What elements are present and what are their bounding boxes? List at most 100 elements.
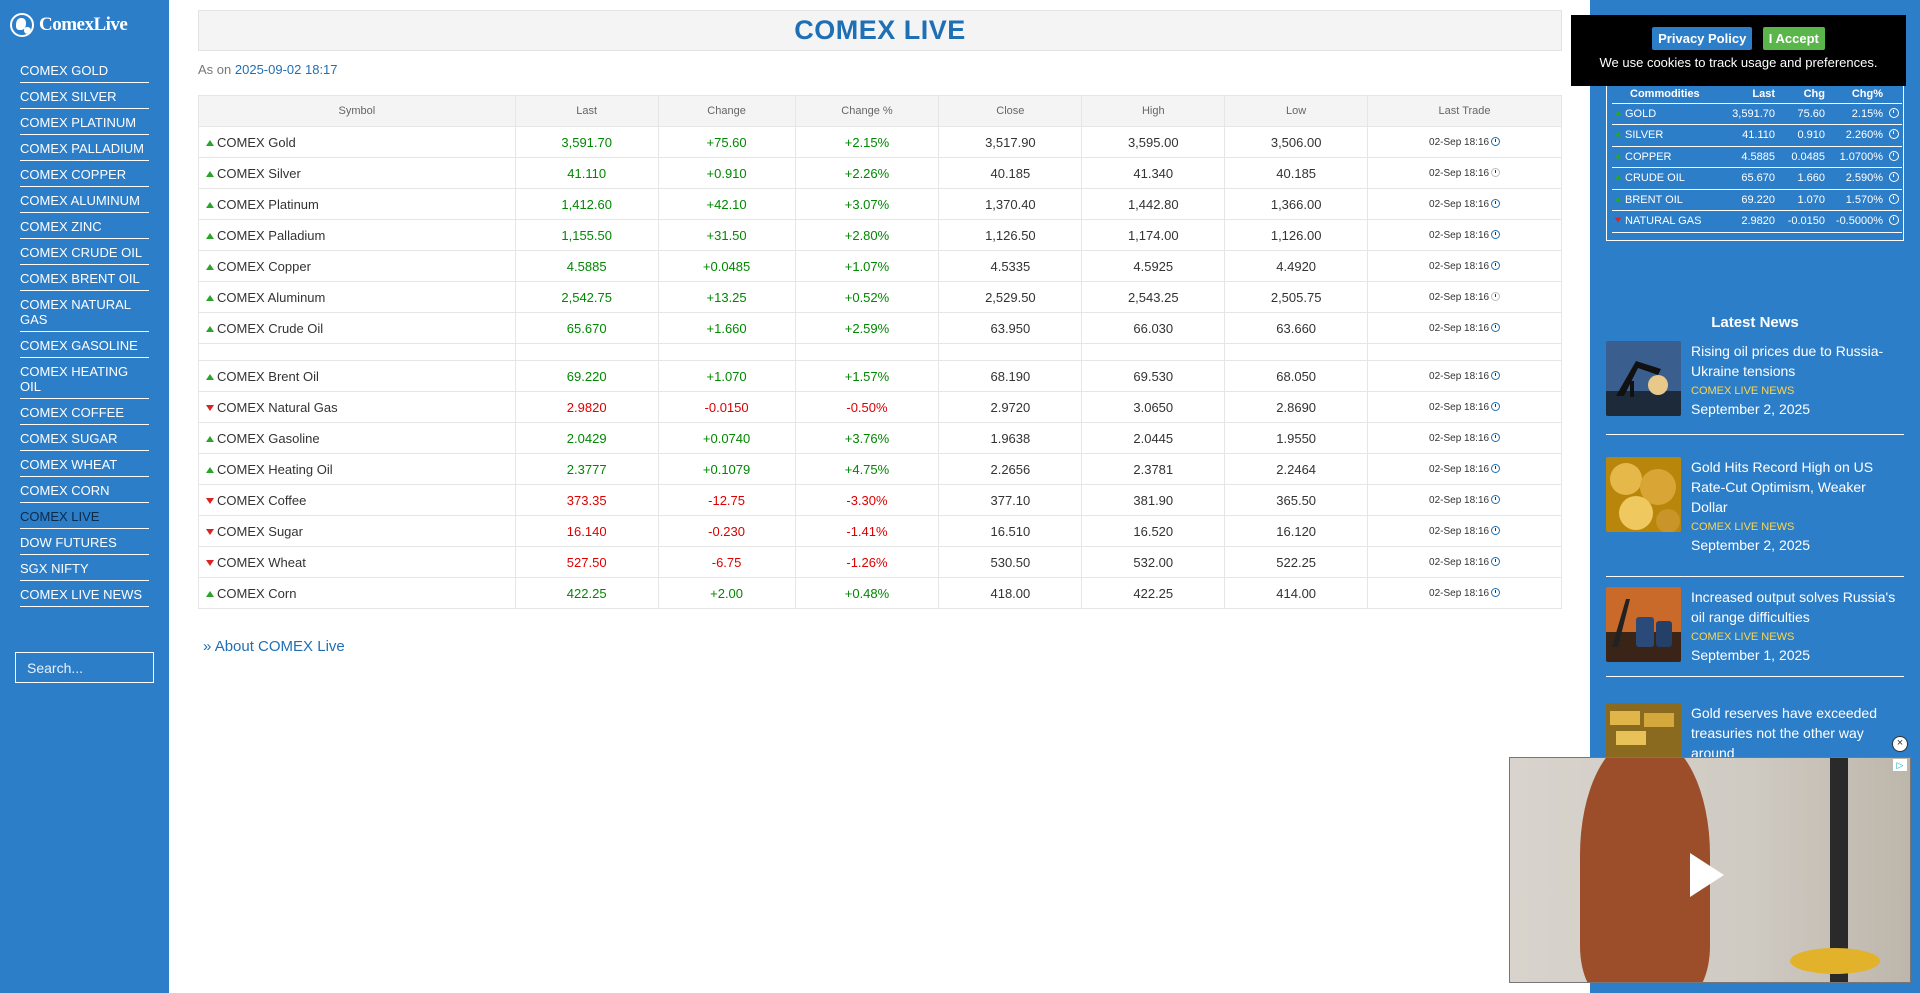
symbol-cell[interactable]: COMEX Crude Oil	[198, 312, 516, 344]
symbol-cell[interactable]: COMEX Palladium	[198, 219, 516, 251]
change-cell: -12.75	[657, 484, 796, 516]
privacy-policy-button[interactable]: Privacy Policy	[1652, 27, 1753, 50]
video-plate	[1790, 948, 1880, 974]
change-cell: -0.0150	[657, 391, 796, 423]
sidebar-item-comex-zinc[interactable]: COMEX ZINC	[20, 216, 149, 239]
mini-name[interactable]: NATURAL GAS	[1625, 215, 1701, 227]
symbol-label[interactable]: COMEX Brent Oil	[217, 369, 319, 384]
gold-coins-image[interactable]	[1606, 457, 1681, 532]
news-headline[interactable]: Gold Hits Record High on US Rate-Cut Opt…	[1691, 457, 1904, 517]
sidebar-item-comex-corn[interactable]: COMEX CORN	[20, 480, 149, 503]
oil-barrels-image[interactable]	[1606, 587, 1681, 662]
symbol-cell[interactable]: COMEX Wheat	[198, 546, 516, 578]
sidebar-item-comex-coffee[interactable]: COMEX COFFEE	[20, 402, 149, 425]
sidebar-item-comex-silver[interactable]: COMEX SILVER	[20, 86, 149, 109]
mini-name-cell[interactable]: SILVER	[1612, 124, 1724, 147]
symbol-cell[interactable]: COMEX Coffee	[198, 484, 516, 516]
sidebar-item-dow-futures[interactable]: DOW FUTURES	[20, 532, 149, 555]
sidebar-item-comex-crude-oil[interactable]: COMEX CRUDE OIL	[20, 242, 149, 265]
news-source: COMEX LIVE NEWS	[1691, 631, 1795, 643]
sidebar-item-comex-palladium[interactable]: COMEX PALLADIUM	[20, 138, 149, 161]
symbol-cell[interactable]: COMEX Corn	[198, 577, 516, 609]
video-ad[interactable]	[1509, 757, 1911, 983]
oil-pumpjack-image[interactable]	[1606, 341, 1681, 416]
symbol-label[interactable]: COMEX Corn	[217, 586, 296, 601]
mini-name-cell[interactable]: COPPER	[1612, 146, 1724, 168]
last-cell: 69.220	[514, 360, 659, 392]
sidebar-item-comex-live-news[interactable]: COMEX LIVE NEWS	[20, 584, 149, 607]
symbol-label[interactable]: COMEX Crude Oil	[217, 321, 323, 336]
news-headline[interactable]: Increased output solves Russia's oil ran…	[1691, 587, 1904, 627]
mini-name[interactable]: CRUDE OIL	[1625, 172, 1685, 184]
adchoices-icon[interactable]: ▷	[1893, 759, 1907, 771]
logo-text: ComexLive	[39, 14, 128, 35]
symbol-label[interactable]: COMEX Coffee	[217, 493, 306, 508]
arrow-up-icon	[206, 201, 214, 208]
symbol-cell[interactable]: COMEX Brent Oil	[198, 360, 516, 392]
symbol-cell[interactable]: COMEX Sugar	[198, 515, 516, 547]
accept-cookies-button[interactable]: I Accept	[1762, 27, 1825, 50]
sidebar-item-comex-heating-oil[interactable]: COMEX HEATING OIL	[20, 361, 149, 399]
symbol-label[interactable]: COMEX Gasoline	[217, 431, 320, 446]
sidebar-item-comex-copper[interactable]: COMEX COPPER	[20, 164, 149, 187]
mini-name[interactable]: GOLD	[1625, 108, 1656, 120]
sidebar-item-comex-aluminum[interactable]: COMEX ALUMINUM	[20, 190, 149, 213]
clock-icon	[1491, 198, 1501, 208]
mini-name-cell[interactable]: CRUDE OIL	[1612, 167, 1724, 190]
symbol-cell[interactable]: COMEX Gold	[198, 126, 516, 158]
mini-row: BRENT OIL 69.220 1.070 1.570%	[1612, 189, 1902, 211]
mini-name[interactable]: SILVER	[1625, 129, 1663, 141]
pct-cell: +2.26%	[794, 157, 940, 189]
symbol-cell[interactable]: COMEX Heating Oil	[198, 453, 516, 485]
arrow-up-icon	[1614, 131, 1622, 137]
mini-clock-cell	[1886, 146, 1902, 168]
arrow-down-icon	[206, 497, 214, 504]
sidebar-item-comex-brent-oil[interactable]: COMEX BRENT OIL	[20, 268, 149, 291]
sidebar-item-comex-sugar[interactable]: COMEX SUGAR	[20, 428, 149, 451]
site-logo[interactable]: ComexLive	[10, 13, 128, 37]
symbol-label[interactable]: COMEX Wheat	[217, 555, 306, 570]
symbol-label[interactable]: COMEX Gold	[217, 135, 296, 150]
sidebar-item-comex-gold[interactable]: COMEX GOLD	[20, 60, 149, 83]
symbol-cell[interactable]: COMEX Copper	[198, 250, 516, 282]
play-icon[interactable]	[1690, 853, 1724, 897]
news-headline[interactable]: Gold reserves have exceeded treasuries n…	[1691, 703, 1904, 763]
mini-name-cell[interactable]: GOLD	[1612, 103, 1724, 125]
arrow-down-icon	[206, 404, 214, 411]
mini-name[interactable]: BRENT OIL	[1625, 194, 1683, 206]
sidebar-item-sgx-nifty[interactable]: SGX NIFTY	[20, 558, 149, 581]
sidebar-item-comex-natural-gas[interactable]: COMEX NATURAL GAS	[20, 294, 149, 332]
symbol-label[interactable]: COMEX Sugar	[217, 524, 303, 539]
sidebar-item-comex-live[interactable]: COMEX LIVE	[20, 506, 149, 529]
symbol-label[interactable]: COMEX Palladium	[217, 228, 325, 243]
symbol-label[interactable]: COMEX Heating Oil	[217, 462, 333, 477]
close-icon[interactable]: ×	[1892, 736, 1908, 752]
mini-name[interactable]: COPPER	[1625, 151, 1671, 163]
search-input[interactable]	[15, 652, 154, 683]
news-headline[interactable]: Rising oil prices due to Russia-Ukraine …	[1691, 341, 1904, 381]
mini-name-cell[interactable]: NATURAL GAS	[1612, 210, 1724, 233]
last-cell: 4.5885	[514, 250, 659, 282]
sidebar-item-comex-gasoline[interactable]: COMEX GASOLINE	[20, 335, 149, 358]
symbol-label[interactable]: COMEX Platinum	[217, 197, 319, 212]
low-cell: 522.25	[1224, 546, 1369, 578]
symbol-cell[interactable]: COMEX Natural Gas	[198, 391, 516, 423]
high-cell: 381.90	[1081, 484, 1226, 516]
news-source: COMEX LIVE NEWS	[1691, 521, 1795, 533]
sidebar-item-comex-platinum[interactable]: COMEX PLATINUM	[20, 112, 149, 135]
close-cell: 1,370.40	[938, 188, 1083, 220]
symbol-cell[interactable]: COMEX Silver	[198, 157, 516, 189]
symbol-label[interactable]: COMEX Silver	[217, 166, 301, 181]
about-link[interactable]: » About COMEX Live	[203, 638, 345, 655]
symbol-cell[interactable]: COMEX Aluminum	[198, 281, 516, 313]
symbol-label[interactable]: COMEX Natural Gas	[217, 400, 338, 415]
arrow-up-icon	[1614, 110, 1622, 116]
symbol-label[interactable]: COMEX Aluminum	[217, 290, 325, 305]
symbol-cell[interactable]: COMEX Platinum	[198, 188, 516, 220]
mini-name-cell[interactable]: BRENT OIL	[1612, 189, 1724, 211]
symbol-cell[interactable]: COMEX Gasoline	[198, 422, 516, 454]
last-cell: 2.0429	[514, 422, 659, 454]
arrow-down-icon	[1614, 217, 1622, 223]
sidebar-item-comex-wheat[interactable]: COMEX WHEAT	[20, 454, 149, 477]
symbol-label[interactable]: COMEX Copper	[217, 259, 311, 274]
